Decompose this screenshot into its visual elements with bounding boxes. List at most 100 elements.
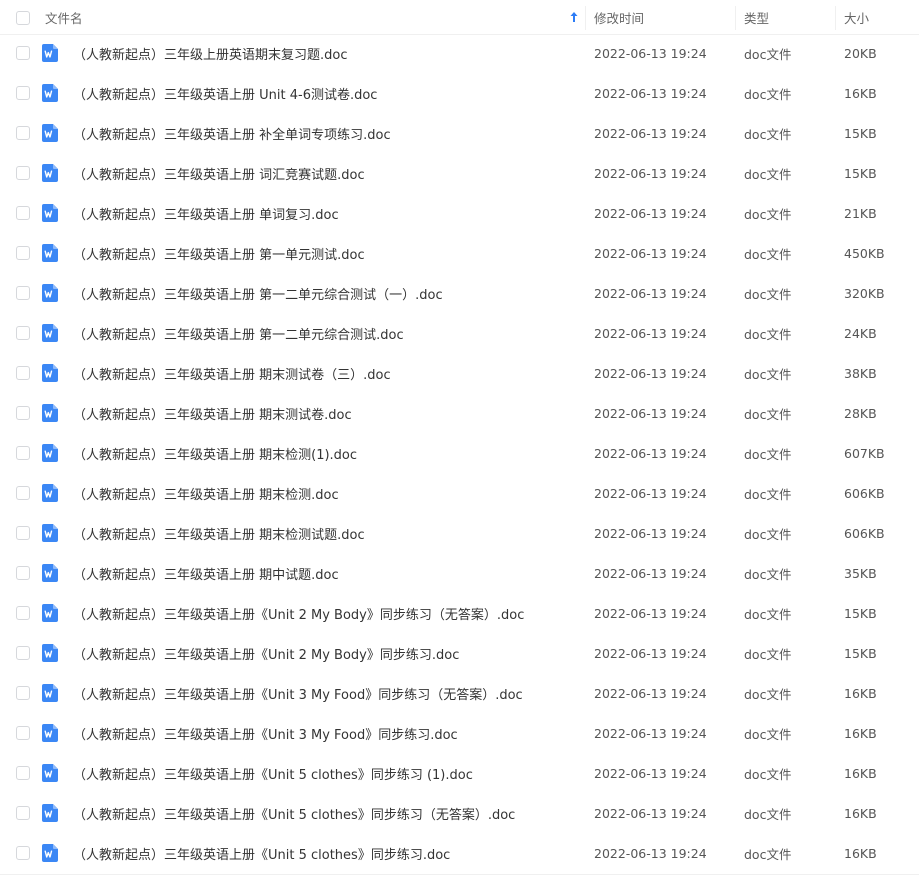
file-type: doc文件 [744, 566, 792, 582]
row-checkbox[interactable] [16, 526, 30, 540]
row-checkbox-cell[interactable] [16, 473, 30, 513]
file-name[interactable]: （人教新起点）三年级英语上册 期末检测试题.doc [73, 513, 365, 553]
column-header-name[interactable]: 文件名 [45, 0, 585, 35]
row-checkbox[interactable] [16, 686, 30, 700]
row-checkbox[interactable] [16, 726, 30, 740]
row-checkbox-cell[interactable] [16, 113, 30, 153]
column-divider[interactable] [735, 6, 736, 30]
file-row[interactable]: （人教新起点）三年级英语上册 第一单元测试.doc 2022-06-13 19:… [0, 233, 919, 273]
row-checkbox[interactable] [16, 606, 30, 620]
row-checkbox-cell[interactable] [16, 193, 30, 233]
row-checkbox-cell[interactable] [16, 553, 30, 593]
row-checkbox-cell[interactable] [16, 593, 30, 633]
file-name[interactable]: （人教新起点）三年级英语上册 第一二单元综合测试.doc [73, 313, 404, 353]
file-row[interactable]: （人教新起点）三年级英语上册《Unit 5 clothes》同步练习 (1).d… [0, 753, 919, 793]
file-name[interactable]: （人教新起点）三年级英语上册《Unit 2 My Body》同步练习.doc [73, 633, 459, 673]
row-checkbox[interactable] [16, 486, 30, 500]
file-name[interactable]: （人教新起点）三年级英语上册 词汇竞赛试题.doc [73, 153, 365, 193]
doc-file-icon-cell [42, 673, 58, 713]
column-header-size[interactable]: 大小 [844, 0, 919, 35]
file-name[interactable]: （人教新起点）三年级英语上册 补全单词专项练习.doc [73, 113, 391, 153]
file-name[interactable]: （人教新起点）三年级上册英语期末复习题.doc [73, 33, 348, 73]
row-checkbox-cell[interactable] [16, 353, 30, 393]
file-name[interactable]: （人教新起点）三年级英语上册 期末检测.doc [73, 473, 339, 513]
column-header-mtime[interactable]: 修改时间 [594, 0, 734, 35]
file-type: doc文件 [744, 366, 792, 382]
row-checkbox[interactable] [16, 166, 30, 180]
file-row[interactable]: （人教新起点）三年级英语上册《Unit 3 My Food》同步练习.doc 2… [0, 713, 919, 753]
row-checkbox-cell[interactable] [16, 233, 30, 273]
file-name[interactable]: （人教新起点）三年级英语上册 期末测试卷（三）.doc [73, 353, 391, 393]
row-checkbox-cell[interactable] [16, 153, 30, 193]
row-checkbox[interactable] [16, 766, 30, 780]
file-name[interactable]: （人教新起点）三年级英语上册 第一单元测试.doc [73, 233, 365, 273]
row-checkbox-cell[interactable] [16, 753, 30, 793]
row-checkbox-cell[interactable] [16, 633, 30, 673]
file-name[interactable]: （人教新起点）三年级英语上册 单词复习.doc [73, 193, 339, 233]
file-row[interactable]: （人教新起点）三年级英语上册《Unit 5 clothes》同步练习（无答案）.… [0, 793, 919, 833]
file-row[interactable]: （人教新起点）三年级英语上册 补全单词专项练习.doc 2022-06-13 1… [0, 113, 919, 153]
row-checkbox[interactable] [16, 86, 30, 100]
row-checkbox-cell[interactable] [16, 273, 30, 313]
file-row[interactable]: （人教新起点）三年级英语上册 期末检测.doc 2022-06-13 19:24… [0, 473, 919, 513]
column-divider[interactable] [835, 6, 836, 30]
file-name[interactable]: （人教新起点）三年级英语上册《Unit 2 My Body》同步练习（无答案）.… [73, 593, 524, 633]
row-checkbox[interactable] [16, 366, 30, 380]
file-row[interactable]: （人教新起点）三年级英语上册 期末测试卷（三）.doc 2022-06-13 1… [0, 353, 919, 393]
row-checkbox[interactable] [16, 566, 30, 580]
row-checkbox[interactable] [16, 206, 30, 220]
row-checkbox-cell[interactable] [16, 33, 30, 73]
file-modified-time: 2022-06-13 19:24 [594, 245, 707, 261]
file-name[interactable]: （人教新起点）三年级英语上册 期末测试卷.doc [73, 393, 352, 433]
column-divider[interactable] [585, 6, 586, 30]
file-name[interactable]: （人教新起点）三年级英语上册 Unit 4-6测试卷.doc [73, 73, 377, 113]
file-row[interactable]: （人教新起点）三年级英语上册《Unit 3 My Food》同步练习（无答案）.… [0, 673, 919, 713]
file-name[interactable]: （人教新起点）三年级英语上册 期末检测(1).doc [73, 433, 357, 473]
row-checkbox[interactable] [16, 326, 30, 340]
row-checkbox-cell[interactable] [16, 73, 30, 113]
file-row[interactable]: （人教新起点）三年级英语上册 词汇竞赛试题.doc 2022-06-13 19:… [0, 153, 919, 193]
file-name[interactable]: （人教新起点）三年级英语上册《Unit 5 clothes》同步练习.doc [73, 833, 450, 873]
row-checkbox[interactable] [16, 406, 30, 420]
sort-arrow-up-icon[interactable] [568, 10, 580, 24]
file-row[interactable]: （人教新起点）三年级英语上册 第一二单元综合测试.doc 2022-06-13 … [0, 313, 919, 353]
file-row[interactable]: （人教新起点）三年级英语上册 Unit 4-6测试卷.doc 2022-06-1… [0, 73, 919, 113]
row-checkbox-cell[interactable] [16, 673, 30, 713]
file-name[interactable]: （人教新起点）三年级英语上册《Unit 5 clothes》同步练习 (1).d… [73, 753, 473, 793]
column-header-mtime-label: 修改时间 [594, 11, 645, 26]
file-row[interactable]: （人教新起点）三年级英语上册 第一二单元综合测试（一）.doc 2022-06-… [0, 273, 919, 313]
select-all-checkbox-cell[interactable] [16, 0, 30, 35]
row-checkbox[interactable] [16, 846, 30, 860]
file-row[interactable]: （人教新起点）三年级英语上册 单词复习.doc 2022-06-13 19:24… [0, 193, 919, 233]
column-header-type[interactable]: 类型 [744, 0, 834, 35]
file-row[interactable]: （人教新起点）三年级英语上册 期末检测试题.doc 2022-06-13 19:… [0, 513, 919, 553]
row-checkbox-cell[interactable] [16, 713, 30, 753]
row-checkbox-cell[interactable] [16, 313, 30, 353]
row-checkbox[interactable] [16, 646, 30, 660]
row-checkbox-cell[interactable] [16, 513, 30, 553]
doc-file-icon-cell [42, 633, 58, 673]
row-checkbox[interactable] [16, 446, 30, 460]
file-row[interactable]: （人教新起点）三年级英语上册 期末检测(1).doc 2022-06-13 19… [0, 433, 919, 473]
file-name[interactable]: （人教新起点）三年级英语上册 期中试题.doc [73, 553, 339, 593]
row-checkbox-cell[interactable] [16, 833, 30, 873]
row-checkbox[interactable] [16, 246, 30, 260]
file-row[interactable]: （人教新起点）三年级上册英语期末复习题.doc 2022-06-13 19:24… [0, 33, 919, 73]
row-checkbox-cell[interactable] [16, 793, 30, 833]
row-checkbox[interactable] [16, 46, 30, 60]
file-row[interactable]: （人教新起点）三年级英语上册 期末测试卷.doc 2022-06-13 19:2… [0, 393, 919, 433]
file-name[interactable]: （人教新起点）三年级英语上册《Unit 3 My Food》同步练习.doc [73, 713, 458, 753]
row-checkbox[interactable] [16, 806, 30, 820]
file-row[interactable]: （人教新起点）三年级英语上册《Unit 5 clothes》同步练习.doc 2… [0, 833, 919, 873]
row-checkbox[interactable] [16, 286, 30, 300]
row-checkbox-cell[interactable] [16, 393, 30, 433]
file-name[interactable]: （人教新起点）三年级英语上册 第一二单元综合测试（一）.doc [73, 273, 443, 313]
row-checkbox[interactable] [16, 126, 30, 140]
file-row[interactable]: （人教新起点）三年级英语上册 期中试题.doc 2022-06-13 19:24… [0, 553, 919, 593]
file-name[interactable]: （人教新起点）三年级英语上册《Unit 3 My Food》同步练习（无答案）.… [73, 673, 523, 713]
file-name[interactable]: （人教新起点）三年级英语上册《Unit 5 clothes》同步练习（无答案）.… [73, 793, 515, 833]
file-row[interactable]: （人教新起点）三年级英语上册《Unit 2 My Body》同步练习.doc 2… [0, 633, 919, 673]
file-row[interactable]: （人教新起点）三年级英语上册《Unit 2 My Body》同步练习（无答案）.… [0, 593, 919, 633]
select-all-checkbox[interactable] [16, 10, 30, 25]
row-checkbox-cell[interactable] [16, 433, 30, 473]
